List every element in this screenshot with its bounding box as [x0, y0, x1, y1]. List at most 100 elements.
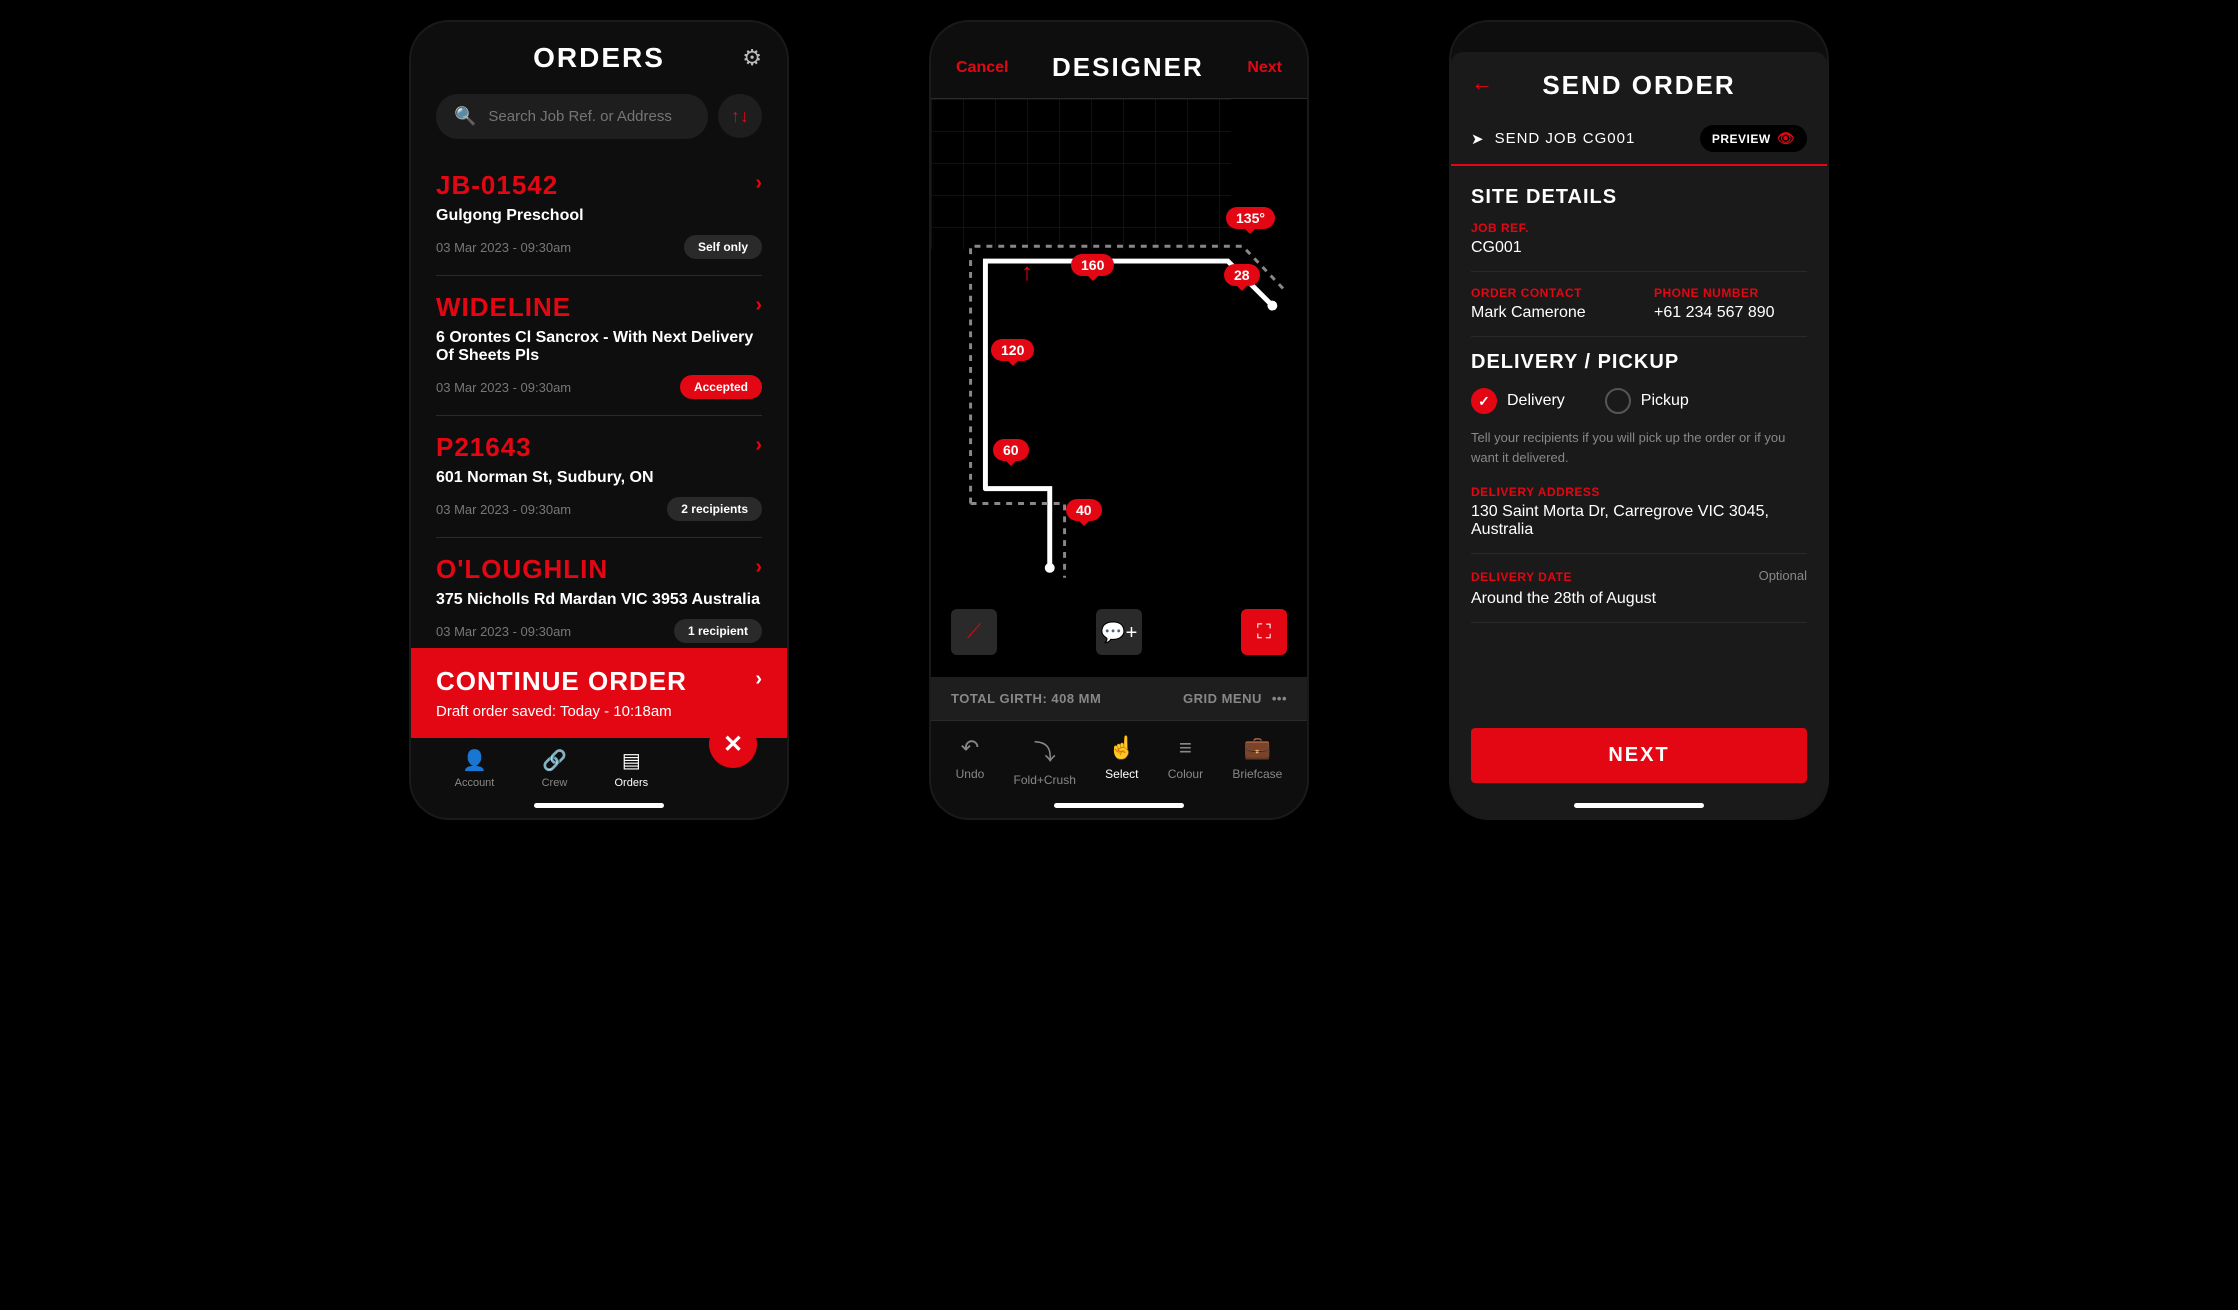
preview-label: PREVIEW — [1712, 132, 1771, 146]
up-arrow-icon: ↑ — [1021, 259, 1033, 287]
continue-subtitle: Draft order saved: Today - 10:18am — [436, 703, 762, 720]
field-label: ORDER CONTACT — [1471, 286, 1624, 300]
address-value: 130 Saint Morta Dr, Carregrove VIC 3045,… — [1471, 503, 1807, 539]
order-id: O'LOUGHLIN — [436, 554, 762, 585]
select-icon: ☝ — [1108, 735, 1135, 761]
tab-account[interactable]: 👤 Account — [455, 748, 495, 789]
account-icon: 👤 — [462, 748, 487, 773]
order-item[interactable]: P21643 › 601 Norman St, Sudbury, ON 03 M… — [436, 416, 762, 538]
continue-title: CONTINUE ORDER — [436, 666, 762, 697]
order-date: 03 Mar 2023 - 09:30am — [436, 624, 571, 639]
tab-label: Account — [455, 777, 495, 789]
stroke-tool[interactable]: ⟋ — [951, 609, 997, 655]
status-badge: 1 recipient — [674, 619, 762, 643]
radio-checked-icon: ✓ — [1471, 388, 1497, 414]
status-badge: 2 recipients — [667, 497, 762, 521]
chevron-right-icon: › — [755, 434, 762, 457]
order-id: WIDELINE — [436, 292, 762, 323]
order-subtitle: 6 Orontes Cl Sancrox - With Next Deliver… — [436, 329, 762, 365]
section-delivery-pickup: DELIVERY / PICKUP — [1471, 351, 1807, 374]
tool-briefcase[interactable]: 💼 Briefcase — [1232, 735, 1282, 787]
tab-label: Orders — [615, 777, 649, 789]
order-item[interactable]: O'LOUGHLIN › 375 Nicholls Rd Mardan VIC … — [436, 538, 762, 648]
job-ref-header: SEND JOB CG001 — [1495, 130, 1636, 147]
dim-top[interactable]: 160 — [1071, 254, 1114, 276]
radio-unchecked-icon — [1605, 388, 1631, 414]
undo-icon: ↶ — [961, 735, 979, 761]
total-girth: TOTAL GIRTH: 408 MM — [951, 691, 1101, 706]
page-title: SEND ORDER — [1471, 70, 1807, 101]
angle-label[interactable]: 135° — [1226, 207, 1275, 229]
tool-colour[interactable]: ≡ Colour — [1168, 735, 1203, 787]
cancel-button[interactable]: Cancel — [956, 59, 1008, 77]
radio-label: Delivery — [1507, 392, 1565, 410]
chevron-right-icon: › — [755, 294, 762, 317]
dim-diag[interactable]: 28 — [1224, 264, 1260, 286]
tool-select[interactable]: ☝ Select — [1105, 735, 1138, 787]
preview-button[interactable]: PREVIEW 👁 — [1700, 125, 1807, 152]
tab-orders[interactable]: ▤ Orders — [615, 748, 649, 789]
home-indicator — [1054, 803, 1184, 808]
status-badge: Accepted — [680, 375, 762, 399]
dim-bottom[interactable]: 40 — [1066, 499, 1102, 521]
radio-pickup[interactable]: Pickup — [1605, 388, 1689, 414]
phone-orders: ORDERS ⚙ 🔍 ↑↓ JB-01542 › Gulgong Prescho… — [409, 20, 789, 820]
order-id: P21643 — [436, 432, 762, 463]
home-indicator — [534, 803, 664, 808]
chevron-right-icon: › — [755, 172, 762, 195]
search-field[interactable] — [488, 108, 690, 125]
optional-tag: Optional — [1759, 568, 1807, 583]
dots-icon: ••• — [1272, 691, 1287, 706]
tab-label: Briefcase — [1232, 767, 1282, 781]
tab-crew[interactable]: 🔗 Crew — [542, 748, 568, 789]
chevron-right-icon: › — [755, 668, 762, 691]
colour-icon: ≡ — [1179, 735, 1192, 761]
search-icon: 🔍 — [454, 106, 476, 127]
tab-label: Colour — [1168, 767, 1203, 781]
dim-left-lower[interactable]: 60 — [993, 439, 1029, 461]
order-item[interactable]: JB-01542 › Gulgong Preschool 03 Mar 2023… — [436, 154, 762, 276]
crew-icon: 🔗 — [542, 748, 567, 773]
tab-label: Select — [1105, 767, 1138, 781]
chevron-right-icon: › — [755, 556, 762, 579]
tab-label: Fold+Crush — [1014, 773, 1076, 787]
eye-icon: 👁 — [1777, 130, 1795, 147]
next-button[interactable]: Next — [1247, 59, 1282, 77]
order-item[interactable]: WIDELINE › 6 Orontes Cl Sancrox - With N… — [436, 276, 762, 416]
orders-icon: ▤ — [622, 748, 641, 773]
order-subtitle: Gulgong Preschool — [436, 207, 762, 225]
tool-fold-crush[interactable]: ⤵Fold+Crush — [1014, 735, 1076, 787]
tool-undo[interactable]: ↶ Undo — [956, 735, 985, 787]
phone-value: +61 234 567 890 — [1654, 304, 1807, 322]
helper-text: Tell your recipients if you will pick up… — [1471, 428, 1807, 467]
phone-designer: Cancel DESIGNER Next ↑ 135° 160 28 120 6… — [929, 20, 1309, 820]
comment-tool[interactable]: 💬+ — [1096, 609, 1142, 655]
section-site-details: SITE DETAILS — [1471, 186, 1807, 209]
grid-menu-button[interactable]: GRID MENU ••• — [1183, 691, 1287, 706]
designer-canvas[interactable]: ↑ 135° 160 28 120 60 40 ⟋ 💬+ ⛶ TOTAL GIR… — [931, 98, 1307, 721]
back-button[interactable]: ← — [1471, 70, 1493, 96]
order-id: JB-01542 — [436, 170, 762, 201]
field-label: DELIVERY DATE — [1471, 570, 1572, 584]
tab-label: Undo — [956, 767, 985, 781]
sort-button[interactable]: ↑↓ — [718, 94, 762, 138]
order-subtitle: 375 Nicholls Rd Mardan VIC 3953 Australi… — [436, 591, 762, 609]
date-value: Around the 28th of August — [1471, 590, 1807, 608]
next-button[interactable]: NEXT — [1471, 728, 1807, 783]
dim-left-upper[interactable]: 120 — [991, 339, 1034, 361]
send-icon: ➤ — [1471, 130, 1485, 148]
tab-label: Crew — [542, 777, 568, 789]
focus-tool[interactable]: ⛶ — [1241, 609, 1287, 655]
page-title: ORDERS — [533, 42, 665, 74]
status-badge: Self only — [684, 235, 762, 259]
close-button[interactable]: ✕ — [709, 720, 757, 768]
radio-delivery[interactable]: ✓ Delivery — [1471, 388, 1565, 414]
search-input[interactable]: 🔍 — [436, 94, 708, 139]
grid-menu-label: GRID MENU — [1183, 691, 1262, 706]
phone-send-order: ← SEND ORDER ➤ SEND JOB CG001 PREVIEW 👁 … — [1449, 20, 1829, 820]
home-indicator — [1574, 803, 1704, 808]
briefcase-icon: 💼 — [1244, 735, 1271, 761]
radio-label: Pickup — [1641, 392, 1689, 410]
page-title: DESIGNER — [1052, 52, 1204, 83]
gear-icon[interactable]: ⚙ — [742, 45, 762, 71]
